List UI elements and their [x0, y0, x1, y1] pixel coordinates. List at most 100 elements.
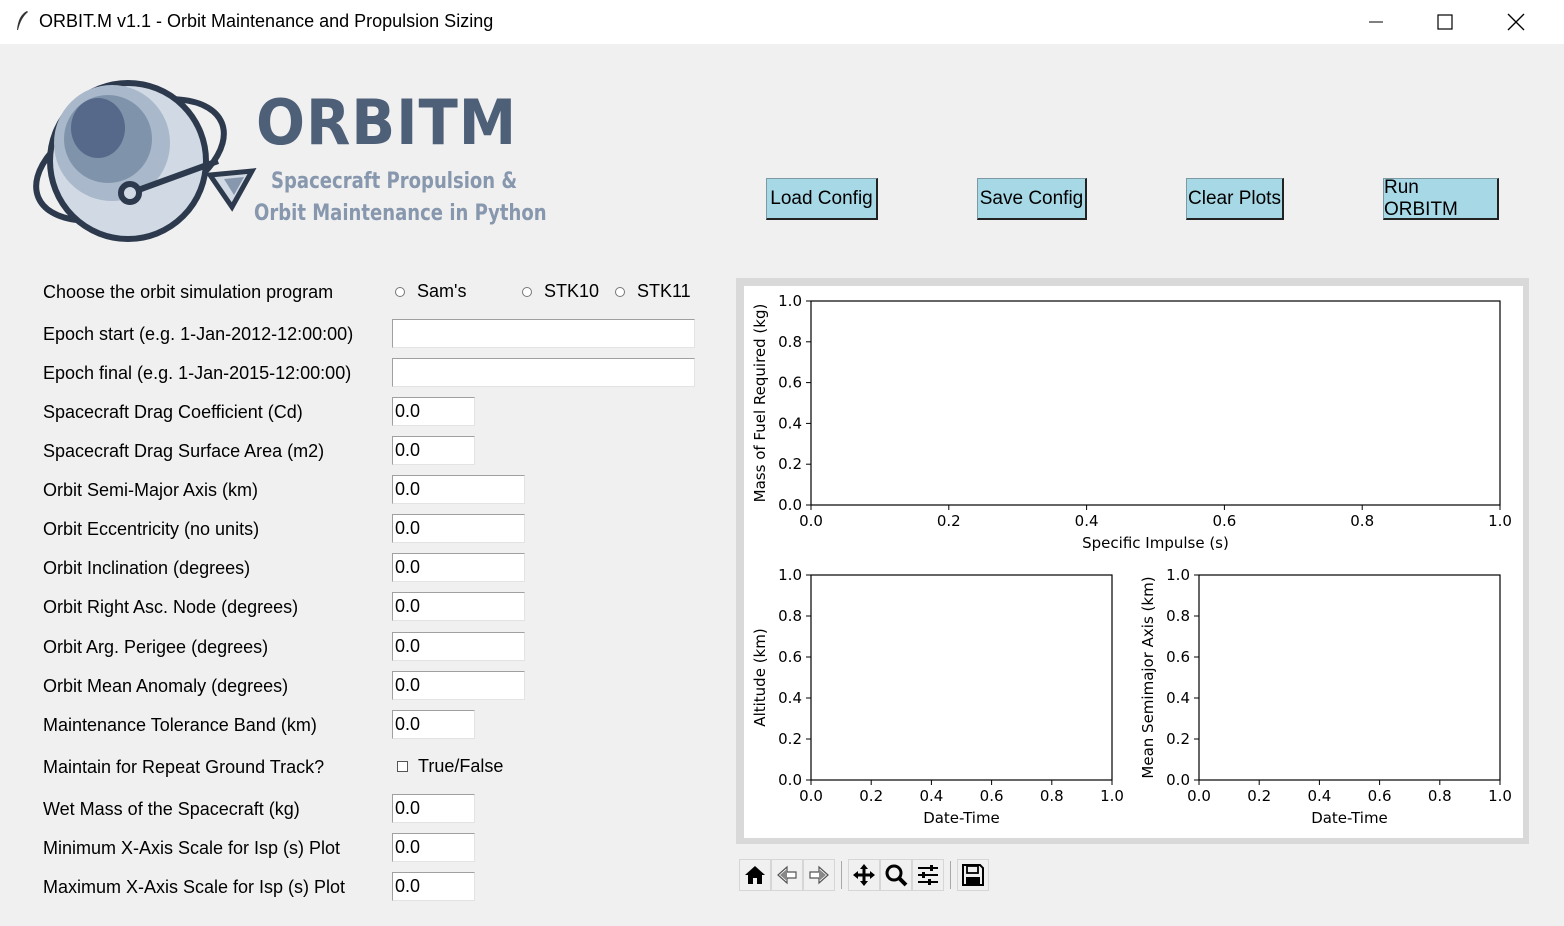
logo-subtitle-line2: Orbit Maintenance in Python [254, 201, 547, 226]
clear-plots-button[interactable]: Clear Plots [1186, 178, 1284, 220]
pan-icon [853, 864, 875, 886]
checkbox-label: True/False [418, 756, 504, 776]
isp-min-label: Minimum X-Axis Scale for Isp (s) Plot [43, 838, 341, 858]
plot1-xlabel: Specific Impulse (s) [1082, 534, 1229, 552]
forward-icon [809, 865, 829, 885]
pan-button[interactable] [848, 859, 880, 891]
semi-major-axis-label: Orbit Semi-Major Axis (km) [43, 480, 259, 500]
logo-subtitle-line1: Spacecraft Propulsion & [271, 169, 518, 194]
back-icon [777, 865, 797, 885]
plot3-xtick-label: 0.2 [1247, 787, 1271, 805]
plot3-xtick-label: 0.0 [1187, 787, 1211, 805]
plot2-axes-frame [810, 574, 1113, 781]
plot3-ytick-label: 0.2 [1166, 730, 1190, 748]
plot2-xtick-label: 0.6 [980, 787, 1004, 805]
radio-label: Sam's [417, 281, 467, 301]
feather-icon [17, 11, 28, 30]
mean-anomaly-label: Orbit Mean Anomaly (degrees) [43, 676, 289, 696]
program-select-label: Choose the orbit simulation program [43, 282, 334, 302]
plot3-ytick-label: 0.6 [1166, 648, 1190, 666]
plot2-ytick-label: 0.6 [778, 648, 802, 666]
plot3-xtick-label: 0.8 [1428, 787, 1452, 805]
close-icon [1507, 13, 1525, 31]
plots-figure: 0.0 0.2 0.4 0.6 0.8 1.0 0.0 0.2 0.4 0.6 0.8 1.0 Spec… [751, 292, 1512, 827]
window-title: ORBIT.M v1.1 - Orbit Maintenance and Pro… [39, 11, 494, 31]
epoch-start-label: Epoch start (e.g. 1-Jan-2012-12:00:00) [43, 324, 354, 344]
tolerance-band-input[interactable]: 0.0 [392, 710, 475, 739]
plot3-ytick-label: 1.0 [1166, 566, 1190, 584]
repeat-ground-track-checkbox[interactable]: True/False [397, 756, 503, 777]
save-figure-button[interactable] [957, 859, 989, 891]
plot2-ytick-label: 1.0 [778, 566, 802, 584]
arg-perigee-label: Orbit Arg. Perigee (degrees) [43, 637, 269, 657]
eccentricity-label: Orbit Eccentricity (no units) [43, 519, 260, 539]
semi-major-axis-input[interactable]: 0.0 [392, 475, 525, 504]
raan-input[interactable]: 0.0 [392, 592, 525, 621]
radio-label: STK10 [544, 281, 600, 301]
plot3-xlabel: Date-Time [1311, 809, 1388, 827]
wet-mass-label: Wet Mass of the Spacecraft (kg) [43, 799, 300, 819]
plot1-xtick-label: 1.0 [1488, 512, 1512, 530]
plot1-ytick-label: 0.2 [778, 455, 802, 473]
radio-button-icon [522, 286, 532, 297]
plot3-xtick-label: 0.4 [1307, 787, 1331, 805]
repeat-ground-track-label: Maintain for Repeat Ground Track? [43, 757, 325, 777]
plot2-ytick-label: 0.2 [778, 730, 802, 748]
wet-mass-input[interactable]: 0.0 [392, 794, 475, 823]
configure-subplots-button[interactable] [912, 859, 944, 891]
run-orbitm-button[interactable]: Run ORBITM [1383, 177, 1499, 220]
maximize-icon [1437, 14, 1453, 30]
plot3-xtick-label: 1.0 [1488, 787, 1512, 805]
inclination-input[interactable]: 0.0 [392, 553, 525, 582]
forward-button[interactable] [803, 859, 835, 891]
plot1-xtick-label: 0.6 [1212, 512, 1236, 530]
plot1-ytick-label: 1.0 [778, 292, 802, 310]
plot1-ytick-label: 0.4 [778, 414, 802, 432]
plot2-ytick-label: 0.0 [778, 771, 802, 789]
home-button[interactable] [739, 859, 771, 891]
plot3-ytick-label: 0.4 [1166, 689, 1190, 707]
plot3-axes-frame [1198, 574, 1501, 781]
checkbox-icon [397, 761, 408, 772]
save-config-button[interactable]: Save Config [977, 178, 1087, 220]
plot3-ytick-label: 0.0 [1166, 771, 1190, 789]
close-button[interactable] [1481, 0, 1551, 44]
drag-coefficient-input[interactable]: 0.0 [392, 397, 475, 426]
zoom-button[interactable] [880, 859, 912, 891]
epoch-final-input[interactable] [392, 358, 695, 387]
load-config-button[interactable]: Load Config [766, 178, 878, 220]
isp-max-input[interactable]: 0.0 [392, 872, 475, 901]
toolbar-separator [950, 861, 951, 889]
plot2-xtick-label: 0.0 [799, 787, 823, 805]
isp-min-input[interactable]: 0.0 [392, 833, 475, 862]
minimize-button[interactable] [1341, 0, 1411, 44]
plot-canvas[interactable]: 0.0 0.2 0.4 0.6 0.8 1.0 0.0 0.2 0.4 0.6 0.8 1.0 Spec… [744, 286, 1523, 838]
radio-stk11[interactable]: STK11 [615, 281, 691, 302]
save-figure-icon [962, 864, 984, 886]
plot1-axes-frame [810, 300, 1501, 506]
radio-sams[interactable]: Sam's [395, 281, 466, 302]
back-button[interactable] [771, 859, 803, 891]
minimize-icon [1369, 21, 1383, 23]
plot3-ylabel: Mean Semimajor Axis (km) [1139, 576, 1157, 778]
plot2-ytick-label: 0.4 [778, 689, 802, 707]
radio-button-icon [615, 286, 625, 297]
inclination-label: Orbit Inclination (degrees) [43, 558, 251, 578]
eccentricity-input[interactable]: 0.0 [392, 514, 525, 543]
plot-toolbar [739, 858, 989, 892]
drag-area-input[interactable]: 0.0 [392, 436, 475, 465]
epoch-start-input[interactable] [392, 319, 695, 348]
radio-label: STK11 [637, 281, 691, 301]
arg-perigee-input[interactable]: 0.0 [392, 632, 525, 661]
radio-stk10[interactable]: STK10 [522, 281, 599, 302]
radio-button-icon [395, 286, 405, 297]
home-icon [745, 866, 765, 884]
configure-subplots-icon [918, 865, 938, 885]
plot2-ytick-label: 0.8 [778, 607, 802, 625]
plot1-ytick-label: 0.0 [778, 496, 802, 514]
plot2-xtick-label: 1.0 [1100, 787, 1124, 805]
mean-anomaly-input[interactable]: 0.0 [392, 671, 525, 700]
plot2-xtick-label: 0.8 [1040, 787, 1064, 805]
plot1-ylabel: Mass of Fuel Required (kg) [751, 304, 769, 503]
maximize-button[interactable] [1410, 0, 1480, 44]
